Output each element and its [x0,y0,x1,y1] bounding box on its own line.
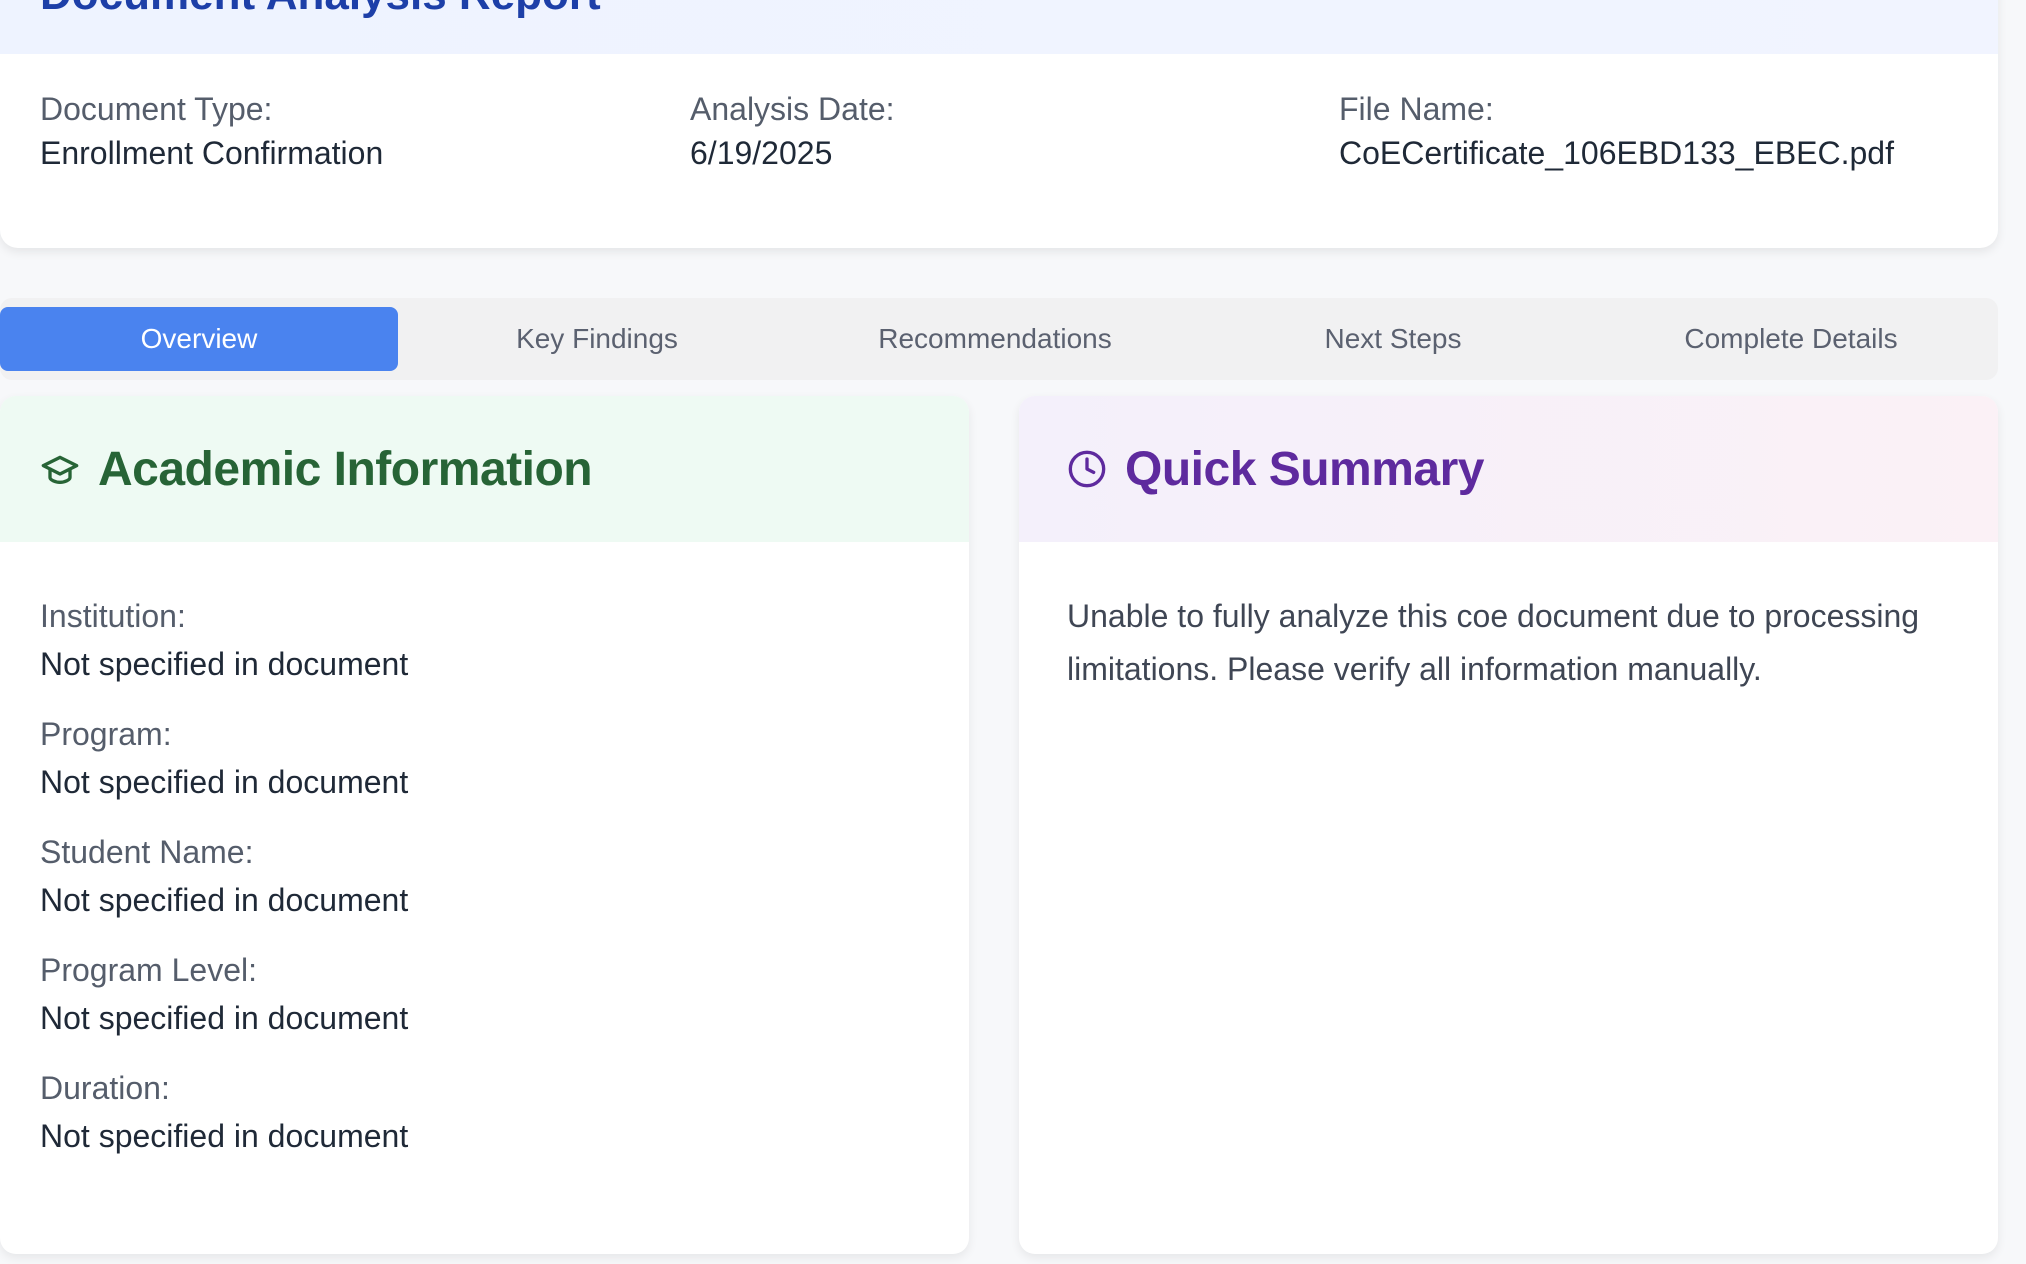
field-label: Program Level: [40,952,257,988]
field-duration: Duration: Not specified in document [40,1064,969,1160]
quick-summary-title: Quick Summary [1125,442,1484,496]
field-label: Student Name: [40,834,254,870]
meta-value: 6/19/2025 [690,135,833,171]
report-header-band: Document Analysis Report [0,0,1998,54]
report-tabs: Overview Key Findings Recommendations Ne… [0,298,1998,380]
academic-information-card: Academic Information Institution: Not sp… [0,396,969,1254]
meta-value: Enrollment Confirmation [40,135,384,171]
quick-summary-text: Unable to fully analyze this coe documen… [1067,598,1920,687]
field-value: Not specified in document [40,1000,409,1036]
field-value: Not specified in document [40,646,409,682]
meta-file-name: File Name: CoECertificate_106EBD133_EBEC… [1339,88,1894,176]
field-program-level: Program Level: Not specified in document [40,946,969,1042]
meta-value: CoECertificate_106EBD133_EBEC.pdf [1339,135,1894,171]
field-value: Not specified in document [40,1118,409,1154]
tab-next-steps[interactable]: Next Steps [1194,307,1592,371]
field-value: Not specified in document [40,882,409,918]
academic-information-header: Academic Information [0,396,969,542]
field-label: Institution: [40,598,186,634]
quick-summary-card: Quick Summary Unable to fully analyze th… [1019,396,1998,1254]
meta-label: Document Type: [40,91,273,127]
field-value: Not specified in document [40,764,409,800]
clock-icon [1067,449,1107,489]
tab-key-findings[interactable]: Key Findings [398,307,796,371]
field-label: Duration: [40,1070,170,1106]
meta-label: File Name: [1339,91,1494,127]
meta-document-type: Document Type: Enrollment Confirmation [40,88,383,176]
tab-recommendations[interactable]: Recommendations [796,307,1194,371]
field-student-name: Student Name: Not specified in document [40,828,969,924]
report-title: Document Analysis Report [40,0,601,20]
meta-analysis-date: Analysis Date: 6/19/2025 [690,88,895,176]
tab-complete-details[interactable]: Complete Details [1592,307,1990,371]
field-institution: Institution: Not specified in document [40,592,969,688]
academic-information-title: Academic Information [98,442,593,496]
academic-fields: Institution: Not specified in document P… [0,542,969,1160]
report-header-card: Document Analysis Report Document Type: … [0,0,1998,248]
quick-summary-header: Quick Summary [1019,396,1998,542]
tab-overview[interactable]: Overview [0,307,398,371]
meta-label: Analysis Date: [690,91,895,127]
field-program: Program: Not specified in document [40,710,969,806]
field-label: Program: [40,716,172,752]
graduation-cap-icon [40,449,80,489]
